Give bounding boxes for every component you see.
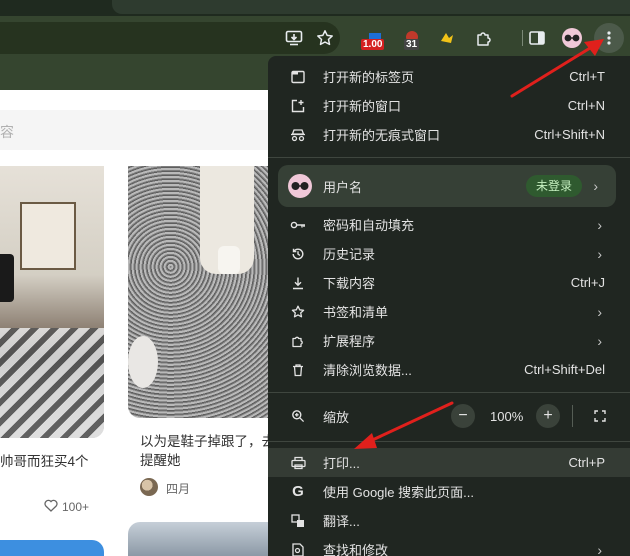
menu-label: 历史记录 <box>323 247 376 262</box>
menu-separator <box>268 157 630 158</box>
menu-label: 清除浏览数据... <box>323 363 412 378</box>
menu-item-new-tab[interactable]: 打开新的标签页 Ctrl+T <box>268 62 630 91</box>
menu-item-bookmarks[interactable]: 书签和清单 › <box>268 297 630 326</box>
like-button[interactable]: 100+ <box>44 499 89 515</box>
menu-label: 打印... <box>323 456 360 471</box>
profile-status-badge: 未登录 <box>526 175 583 197</box>
menu-item-translate[interactable]: 翻译... <box>268 506 630 535</box>
search-placeholder: 容 <box>0 124 14 140</box>
menu-item-print[interactable]: 打印... Ctrl+P <box>268 448 630 477</box>
active-tab[interactable] <box>112 0 630 14</box>
next-card-left[interactable] <box>0 540 104 556</box>
menu-label: 打开新的无痕式窗口 <box>323 128 441 143</box>
boot-heel <box>218 246 240 274</box>
shoe-toe <box>128 336 158 388</box>
extension-1-badge: 1.00 <box>361 39 385 50</box>
new-tab-icon <box>290 69 306 85</box>
download-icon <box>290 275 306 291</box>
menu-shortcut: Ctrl+J <box>570 275 605 290</box>
menu-shortcut: Ctrl+P <box>568 455 605 470</box>
zoom-separator <box>572 405 573 427</box>
incognito-icon <box>290 127 306 143</box>
menu-label: 缩放 <box>323 409 350 425</box>
profile-avatar-icon[interactable] <box>557 22 587 54</box>
card-title-left[interactable]: 帅哥而狂买4个 <box>0 452 89 471</box>
menu-item-clear-data[interactable]: 清除浏览数据... Ctrl+Shift+Del <box>268 355 630 384</box>
chevron-right-icon: › <box>597 332 602 349</box>
extension-2-badge: 31 <box>404 39 420 50</box>
extensions-puzzle-icon[interactable] <box>469 22 499 54</box>
star-icon <box>290 304 306 320</box>
like-count: 100+ <box>62 500 90 514</box>
next-card-right[interactable] <box>128 522 270 556</box>
menu-shortcut: Ctrl+T <box>569 69 605 84</box>
profile-name: 用户名 <box>323 179 363 195</box>
chevron-right-icon: › <box>593 178 598 194</box>
menu-shortcut: Ctrl+Shift+Del <box>524 362 605 377</box>
chevron-right-icon: › <box>597 303 602 320</box>
trash-icon <box>290 362 306 378</box>
menu-item-history[interactable]: 历史记录 › <box>268 239 630 268</box>
menu-separator <box>268 392 630 393</box>
find-icon <box>290 542 306 556</box>
menu-item-google-search[interactable]: G 使用 Google 搜索此页面... <box>268 477 630 506</box>
menu-profile-row[interactable]: 用户名 未登录 › <box>278 165 616 207</box>
heart-icon <box>44 499 58 515</box>
chevron-right-icon: › <box>597 541 602 556</box>
menu-label: 打开新的窗口 <box>323 99 402 114</box>
profile-avatar-icon <box>288 174 312 198</box>
menu-item-find[interactable]: 查找和修改 › <box>268 535 630 556</box>
google-g-icon: G <box>292 483 304 500</box>
zoom-out-button[interactable]: − <box>451 404 475 428</box>
printer-icon <box>290 455 306 471</box>
chevron-right-icon: › <box>597 245 602 262</box>
side-panel-icon[interactable] <box>522 22 552 54</box>
install-app-icon[interactable] <box>279 22 309 54</box>
menu-label: 翻译... <box>323 514 360 529</box>
author-name[interactable]: 四月 <box>166 480 190 497</box>
author-avatar[interactable] <box>140 478 158 496</box>
zoom-value: 100% <box>490 408 524 424</box>
key-icon <box>290 217 306 233</box>
bookmark-star-icon[interactable] <box>310 22 340 54</box>
menu-label: 使用 Google 搜索此页面... <box>323 485 474 500</box>
menu-shortcut: Ctrl+Shift+N <box>534 127 605 142</box>
menu-label: 打开新的标签页 <box>323 70 415 85</box>
chevron-right-icon: › <box>597 216 602 233</box>
menu-item-zoom: 缩放 − 100% + <box>268 401 630 431</box>
translate-icon <box>290 513 306 529</box>
menu-item-incognito[interactable]: 打开新的无痕式窗口 Ctrl+Shift+N <box>268 120 630 149</box>
chrome-menu: 打开新的标签页 Ctrl+T 打开新的窗口 Ctrl+N 打开新的无痕式窗口 C… <box>268 56 630 556</box>
history-icon <box>290 246 306 262</box>
search-input[interactable] <box>0 110 300 150</box>
menu-item-extensions[interactable]: 扩展程序 › <box>268 326 630 355</box>
card-image-shoe[interactable] <box>128 166 270 418</box>
extension-3-icon[interactable] <box>432 22 462 54</box>
store-floor <box>0 328 104 438</box>
menu-item-downloads[interactable]: 下载内容 Ctrl+J <box>268 268 630 297</box>
menu-label: 下载内容 <box>323 276 376 291</box>
fullscreen-icon[interactable] <box>588 404 612 428</box>
menu-item-passwords[interactable]: 密码和自动填充 › <box>268 210 630 239</box>
card-title-right[interactable]: 以为是鞋子掉跟了，去提醒她 <box>140 432 280 470</box>
handbag <box>0 254 14 302</box>
zoom-in-button[interactable]: + <box>536 404 560 428</box>
menu-item-new-window[interactable]: 打开新的窗口 Ctrl+N <box>268 91 630 120</box>
menu-shortcut: Ctrl+N <box>567 98 605 113</box>
menu-kebab-icon[interactable] <box>594 23 624 53</box>
puzzle-icon <box>290 333 306 349</box>
new-window-icon <box>290 98 306 114</box>
zoom-icon <box>290 408 306 424</box>
menu-label: 书签和清单 <box>323 305 389 320</box>
menu-label: 查找和修改 <box>323 543 389 556</box>
menu-separator <box>268 441 630 442</box>
menu-label: 扩展程序 <box>323 334 376 349</box>
menu-label: 密码和自动填充 <box>323 218 415 233</box>
store-shelf <box>20 202 76 270</box>
card-image-store[interactable] <box>0 166 104 438</box>
